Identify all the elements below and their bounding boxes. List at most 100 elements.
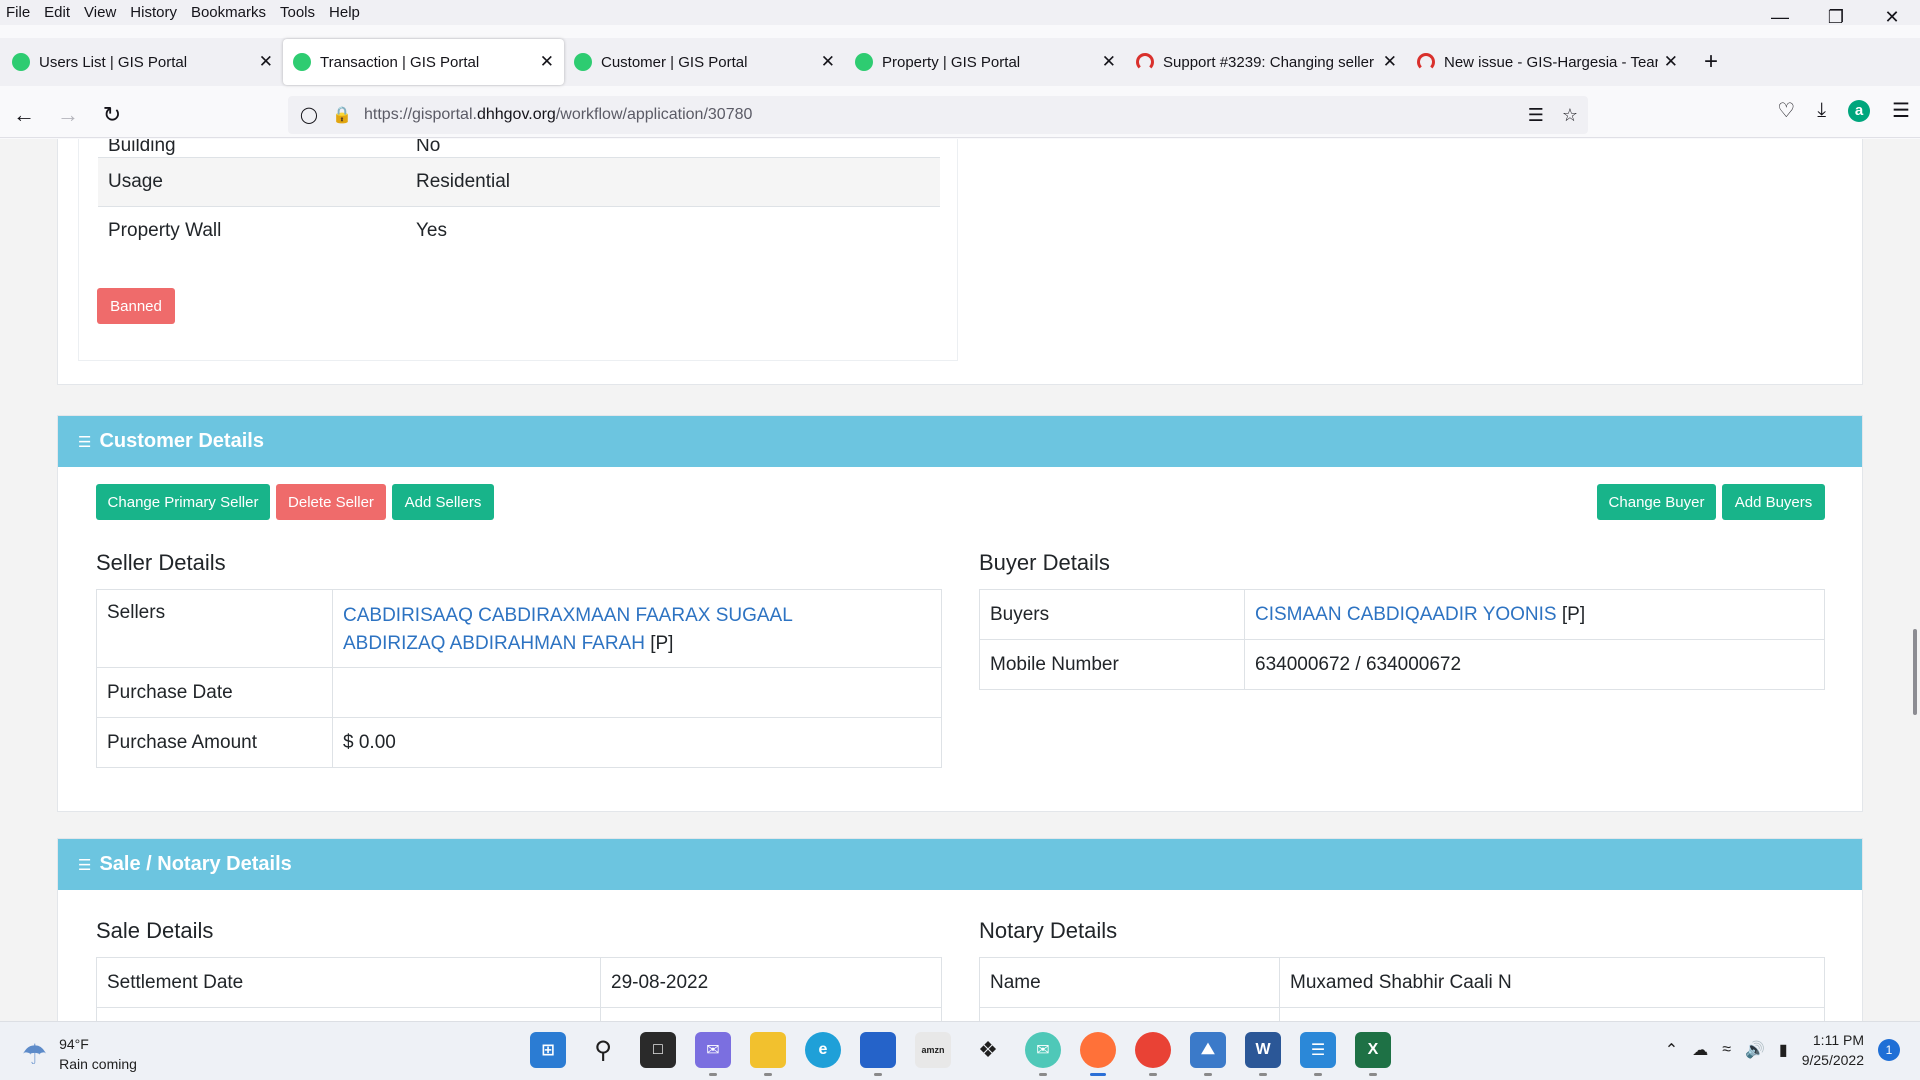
close-window-icon[interactable]: ✕ <box>1864 0 1920 34</box>
notepad-icon[interactable]: ☰ <box>1300 1032 1336 1076</box>
menu-bookmarks[interactable]: Bookmarks <box>184 4 273 21</box>
tab-support[interactable]: Support #3239: Changing seller ✕ <box>1126 39 1407 85</box>
close-tab-icon[interactable]: ✕ <box>540 52 554 72</box>
back-icon[interactable]: ← <box>4 97 44 133</box>
new-tab-icon[interactable]: + <box>1688 48 1734 76</box>
tab-bar: Users List | GIS Portal ✕ Transaction | … <box>0 38 1920 86</box>
settlement-date-value: 29-08-2022 <box>600 957 942 1008</box>
restore-icon[interactable]: ❐ <box>1808 0 1864 34</box>
reader-view-icon[interactable]: ☰ <box>1528 105 1544 126</box>
close-tab-icon[interactable]: ✕ <box>259 52 273 72</box>
primary-tag: [P] <box>1561 603 1586 625</box>
excel-icon[interactable]: X <box>1355 1032 1391 1076</box>
page-scrollbar[interactable] <box>1913 629 1917 715</box>
table-row: Settlement Date 29-08-2022 <box>96 957 942 1008</box>
weather-widget[interactable]: ☂ 94°F Rain coming <box>22 1034 137 1074</box>
clock[interactable]: 1:11 PM 9/25/2022 <box>1802 1030 1864 1070</box>
purchase-amount-value: $ 0.00 <box>332 717 942 768</box>
hamburger-menu-icon[interactable]: ☰ <box>1892 98 1910 123</box>
purchase-amount-label: Purchase Amount <box>96 717 333 768</box>
property-table: Building No Usage Residential Property W… <box>98 139 940 255</box>
close-tab-icon[interactable]: ✕ <box>1102 52 1116 72</box>
amazon-icon[interactable]: amzn <box>915 1032 951 1068</box>
notification-badge[interactable]: 1 <box>1878 1039 1900 1061</box>
sale-notary-title: Sale / Notary Details <box>99 853 292 875</box>
chrome-icon[interactable] <box>1135 1032 1171 1076</box>
menu-view[interactable]: View <box>77 4 123 21</box>
row-value: Residential <box>416 170 510 192</box>
customer-details-panel: ☰ Customer Details Change Primary Seller… <box>57 415 1863 812</box>
row-label: Property Wall <box>108 219 222 241</box>
close-tab-icon[interactable]: ✕ <box>1383 52 1397 72</box>
row-value: No <box>416 139 441 156</box>
table-row: Name Muxamed Shabhir Caali N <box>979 957 1825 1008</box>
add-sellers-button[interactable]: Add Sellers <box>392 484 494 520</box>
url-path: /workflow/application/30780 <box>555 106 753 123</box>
firefox-icon[interactable] <box>1080 1032 1116 1076</box>
menu-file[interactable]: File <box>0 4 37 21</box>
sale-table: Settlement Date 29-08-2022 <box>96 957 942 1021</box>
task-view-icon[interactable]: □ <box>640 1032 676 1068</box>
minimize-icon[interactable]: — <box>1752 0 1808 34</box>
page-content: Building No Usage Residential Property W… <box>0 139 1920 1021</box>
pocket-icon[interactable]: ♡ <box>1777 98 1795 123</box>
url-host: dhhgov.org <box>476 106 556 123</box>
banned-button[interactable]: Banned <box>97 288 175 324</box>
forward-icon[interactable]: → <box>48 97 88 133</box>
word-icon[interactable]: W <box>1245 1032 1281 1076</box>
tab-customer[interactable]: Customer | GIS Portal ✕ <box>564 39 845 85</box>
menu-help[interactable]: Help <box>322 4 367 21</box>
buyer-link[interactable]: CISMAAN CABDIQAADIR YOONIS <box>1255 604 1557 625</box>
sale-notary-header: ☰ Sale / Notary Details <box>58 839 1862 890</box>
change-buyer-button[interactable]: Change Buyer <box>1597 484 1716 520</box>
dropbox-icon[interactable]: ❖ <box>970 1032 1006 1068</box>
table-row: Purchase Amount $ 0.00 <box>96 717 942 768</box>
window-controls: — ❐ ✕ <box>1752 0 1920 34</box>
menu-edit[interactable]: Edit <box>37 4 77 21</box>
bookmark-star-icon[interactable]: ☆ <box>1562 105 1578 126</box>
file-explorer-icon[interactable] <box>750 1032 786 1076</box>
volume-icon[interactable]: 🔊 <box>1745 1040 1765 1060</box>
delete-seller-button[interactable]: Delete Seller <box>276 484 386 520</box>
tab-users-list[interactable]: Users List | GIS Portal ✕ <box>2 39 283 85</box>
tab-label: Users List | GIS Portal <box>39 53 188 71</box>
close-tab-icon[interactable]: ✕ <box>821 52 835 72</box>
download-icon[interactable]: ⤓ <box>1817 99 1826 122</box>
seller-link[interactable]: CABDIRISAAQ CABDIRAXMAAN FAARAX SUGAAL <box>343 602 931 630</box>
chat-icon[interactable]: ✉ <box>695 1032 731 1076</box>
row-label: Building <box>108 139 176 156</box>
lock-icon[interactable]: 🔒 <box>332 105 358 125</box>
redmine-icon <box>1417 53 1435 71</box>
store-icon[interactable] <box>860 1032 896 1076</box>
tab-transaction[interactable]: Transaction | GIS Portal ✕ <box>283 39 564 85</box>
photos-icon[interactable]: ⛰ <box>1190 1032 1226 1076</box>
weather-temp: 94°F <box>59 1036 89 1052</box>
wifi-icon[interactable]: ≈ <box>1722 1041 1731 1059</box>
extension-avatar-icon[interactable]: a <box>1848 99 1871 122</box>
tab-label: New issue - GIS-Hargesia - Tear <box>1444 53 1658 71</box>
seller-link[interactable]: ABDIRIZAQ ABDIRAHMAN FARAH <box>343 633 645 654</box>
messenger-icon[interactable]: ✉ <box>1025 1032 1061 1076</box>
nav-bar: ← → ↻ ◯ 🔒 https://gisportal. dhhgov.org/w… <box>0 92 1920 138</box>
mobile-label: Mobile Number <box>979 639 1245 690</box>
list-icon: ☰ <box>78 856 92 874</box>
chevron-up-icon[interactable]: ⌃ <box>1665 1040 1678 1060</box>
menu-tools[interactable]: Tools <box>273 4 322 21</box>
shield-icon[interactable]: ◯ <box>300 105 326 125</box>
notary-name-label: Name <box>979 957 1280 1008</box>
menu-history[interactable]: History <box>123 4 184 21</box>
gis-portal-icon <box>855 53 873 71</box>
close-tab-icon[interactable]: ✕ <box>1664 52 1678 72</box>
search-icon[interactable]: ⚲ <box>585 1032 621 1068</box>
menu-bar: File Edit View History Bookmarks Tools H… <box>0 0 1920 25</box>
change-primary-seller-button[interactable]: Change Primary Seller <box>96 484 270 520</box>
url-bar[interactable]: ◯ 🔒 https://gisportal. dhhgov.org/workflo… <box>288 96 1588 134</box>
tab-property[interactable]: Property | GIS Portal ✕ <box>845 39 1126 85</box>
reload-icon[interactable]: ↻ <box>92 97 132 133</box>
tab-new-issue[interactable]: New issue - GIS-Hargesia - Tear ✕ <box>1407 39 1688 85</box>
edge-browser-icon[interactable]: e <box>805 1032 841 1068</box>
onedrive-cloud-icon[interactable]: ☁ <box>1692 1040 1708 1060</box>
start-windows-icon[interactable]: ⊞ <box>530 1032 566 1068</box>
battery-icon[interactable]: ▮ <box>1779 1040 1788 1060</box>
add-buyers-button[interactable]: Add Buyers <box>1722 484 1825 520</box>
